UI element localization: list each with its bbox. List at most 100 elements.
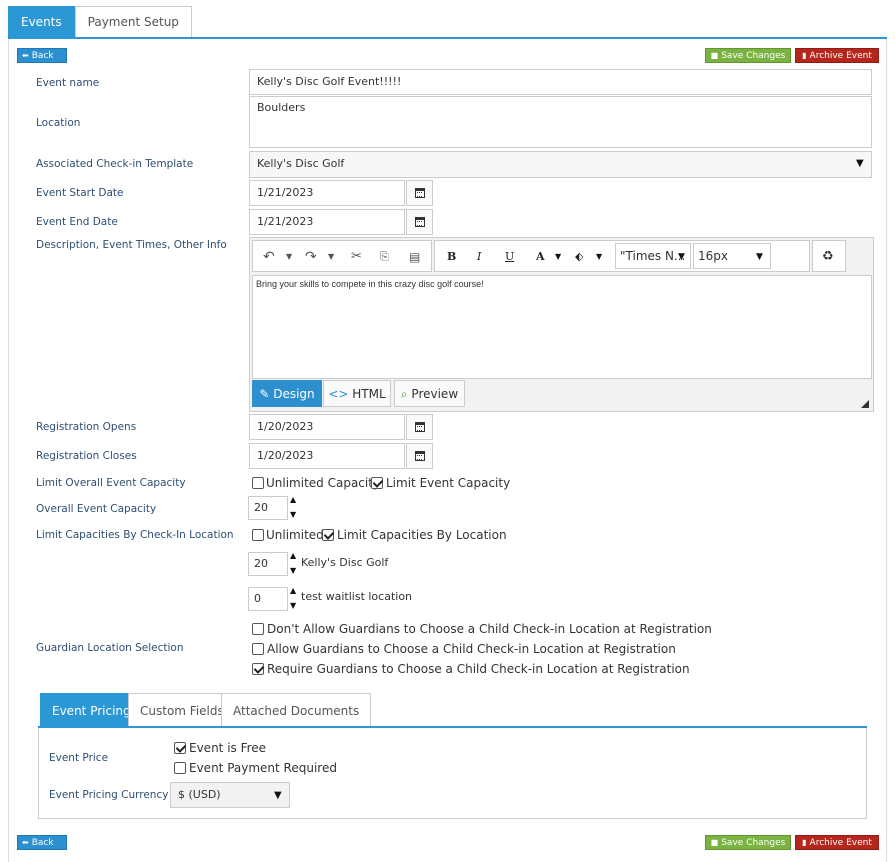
font-size-value: 16px — [698, 249, 728, 263]
payment-required-label: Event Payment Required — [189, 761, 337, 775]
event-price-label: Event Price — [49, 752, 109, 764]
tab-attached-documents[interactable]: Attached Documents — [221, 693, 372, 727]
editor-content-area[interactable]: Bring your skills to compete in this cra… — [252, 275, 872, 379]
undo-dropdown-icon[interactable]: ▼ — [286, 252, 292, 261]
trash-icon: ▮ — [802, 51, 807, 60]
cut-icon[interactable]: ✂ — [351, 249, 362, 264]
tab-payment-setup[interactable]: Payment Setup — [74, 6, 192, 38]
spin-down-icon[interactable]: ▼ — [290, 567, 296, 575]
spin-up-icon[interactable]: ▲ — [290, 552, 296, 560]
event-free-checkbox[interactable] — [174, 742, 186, 754]
toolbar-group-extra: ♻ — [812, 240, 846, 272]
guardian-option-1-checkbox[interactable] — [252, 623, 264, 635]
unlimited-location-checkbox[interactable] — [252, 529, 264, 541]
reg-opens-calendar-button[interactable] — [406, 414, 433, 440]
undo-icon[interactable]: ↶ — [263, 249, 275, 265]
guardian-option-3-checkbox[interactable] — [252, 663, 264, 675]
chevron-down-icon: ▼ — [756, 252, 763, 262]
rich-text-editor: ↶ ▼ ↷ ▼ ✂ ⎘ ▤ B I U A ▼ ⬖ ▼ "Times N... … — [249, 237, 874, 412]
guardian-option-2-checkbox[interactable] — [252, 643, 264, 655]
overall-capacity-label: Overall Event Capacity — [36, 503, 157, 515]
template-label: Associated Check-in Template — [36, 158, 194, 170]
location-capacity-input[interactable]: 20 — [248, 552, 288, 576]
bold-icon[interactable]: B — [447, 250, 456, 263]
font-family-select[interactable]: "Times N... ▼ — [615, 243, 691, 269]
template-dropdown-icon: ▼ — [856, 158, 864, 169]
floppy-icon: ■ — [710, 838, 719, 847]
font-color-icon[interactable]: A — [536, 250, 545, 263]
code-icon: <> — [328, 387, 349, 401]
spin-up-icon[interactable]: ▲ — [290, 496, 296, 504]
currency-label: Event Pricing Currency — [49, 789, 169, 801]
archive-button-bottom[interactable]: ▮ Archive Event — [795, 835, 879, 850]
currency-select[interactable]: $ (USD) — [170, 782, 290, 808]
location-name: Kelly's Disc Golf — [301, 556, 389, 569]
arrow-left-icon: ⬅ — [22, 838, 29, 847]
limit-by-location-option-label: Limit Capacities By Location — [337, 528, 507, 542]
limit-by-location-checkbox[interactable] — [322, 529, 334, 541]
calendar-icon — [414, 188, 425, 198]
toolbar-group-format: B I U A ▼ ⬖ ▼ "Times N... ▼ 16px ▼ — [434, 240, 810, 272]
save-button-bottom[interactable]: ■ Save Changes — [705, 835, 791, 850]
top-tabs: Events Payment Setup — [8, 6, 192, 38]
reg-closes-input[interactable]: 1/20/2023 — [249, 443, 405, 469]
unlimited-capacity-checkbox[interactable] — [252, 477, 264, 489]
reg-closes-calendar-button[interactable] — [406, 443, 433, 469]
spin-up-icon[interactable]: ▲ — [290, 587, 296, 595]
chevron-down-icon: ▼ — [678, 252, 685, 262]
overall-capacity-input[interactable]: 20 — [248, 496, 288, 520]
back-button[interactable]: ⬅ Back — [17, 48, 67, 63]
resize-handle[interactable] — [861, 400, 869, 408]
underline-icon[interactable]: U — [505, 250, 514, 263]
save-button[interactable]: ■ Save Changes — [705, 48, 791, 63]
end-date-calendar-button[interactable] — [406, 209, 433, 235]
start-date-input[interactable]: 1/21/2023 — [249, 180, 405, 206]
font-color-dropdown-icon[interactable]: ▼ — [555, 252, 561, 261]
unlimited-location-label: Unlimited — [266, 528, 324, 542]
template-select[interactable]: Kelly's Disc Golf — [249, 151, 872, 178]
event-name-input[interactable]: Kelly's Disc Golf Event!!!!! — [249, 69, 872, 95]
magnifier-icon: ⌕ — [400, 387, 408, 401]
end-date-input[interactable]: 1/21/2023 — [249, 209, 405, 235]
mode-html-button[interactable]: <> HTML — [323, 380, 391, 407]
italic-icon[interactable]: I — [477, 250, 481, 263]
redo-dropdown-icon[interactable]: ▼ — [328, 252, 334, 261]
copy-icon[interactable]: ⎘ — [380, 250, 389, 264]
guardian-label: Guardian Location Selection — [36, 642, 184, 654]
floppy-icon: ■ — [710, 51, 719, 60]
spin-down-icon[interactable]: ▼ — [290, 511, 296, 519]
font-size-select[interactable]: 16px ▼ — [693, 243, 771, 269]
limit-capacity-checkbox[interactable] — [371, 477, 383, 489]
tab-events[interactable]: Events — [8, 6, 75, 38]
archive-button[interactable]: ▮ Archive Event — [795, 48, 879, 63]
back-button-bottom[interactable]: ⬅ Back — [17, 835, 67, 850]
spin-down-icon[interactable]: ▼ — [290, 602, 296, 610]
location-name: test waitlist location — [301, 590, 413, 603]
spellcheck-icon[interactable]: ♻ — [822, 249, 834, 264]
reg-opens-label: Registration Opens — [36, 421, 137, 433]
tab-custom-fields[interactable]: Custom Fields — [128, 693, 236, 727]
mode-preview-button[interactable]: ⌕ Preview — [394, 380, 465, 407]
location-capacity-input[interactable]: 0 — [248, 587, 288, 611]
highlight-dropdown-icon[interactable]: ▼ — [596, 252, 602, 261]
mode-design-button[interactable]: ✎ Design — [252, 380, 322, 407]
highlight-icon[interactable]: ⬖ — [575, 250, 583, 263]
payment-required-checkbox[interactable] — [174, 762, 186, 774]
event-name-label: Event name — [36, 77, 100, 89]
start-date-calendar-button[interactable] — [406, 180, 433, 206]
guardian-option-3-label: Require Guardians to Choose a Child Chec… — [267, 662, 690, 676]
pricing-panel — [38, 728, 867, 819]
font-family-value: "Times N... — [620, 249, 686, 263]
redo-icon[interactable]: ↷ — [305, 249, 317, 265]
calendar-icon — [414, 451, 425, 461]
trash-icon: ▮ — [802, 838, 807, 847]
limit-capacity-label: Limit Overall Event Capacity — [36, 477, 186, 489]
event-free-label: Event is Free — [189, 741, 267, 755]
paste-icon[interactable]: ▤ — [409, 250, 420, 264]
end-date-label: Event End Date — [36, 216, 118, 228]
reg-closes-label: Registration Closes — [36, 450, 137, 462]
reg-opens-input[interactable]: 1/20/2023 — [249, 414, 405, 440]
location-input[interactable]: Boulders — [249, 96, 872, 148]
guardian-option-2-label: Allow Guardians to Choose a Child Check-… — [267, 642, 676, 656]
location-label: Location — [36, 117, 81, 129]
